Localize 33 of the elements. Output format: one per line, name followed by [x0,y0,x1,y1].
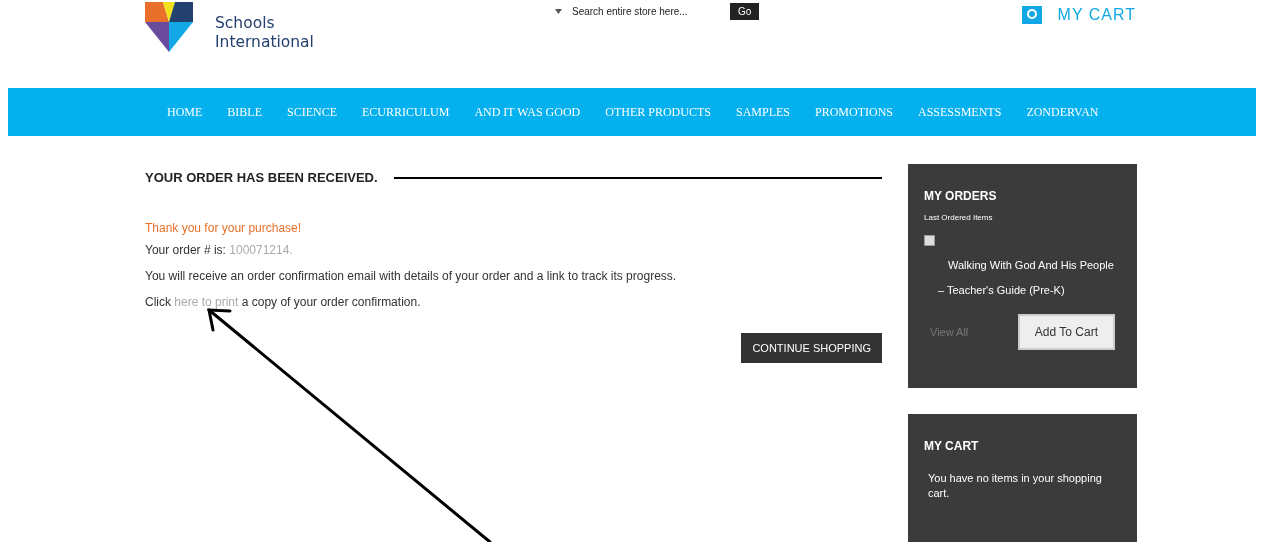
nav-link[interactable]: ASSESSMENTS [909,104,1011,120]
nav-link[interactable]: OTHER PRODUCTS [596,104,720,120]
nav-link[interactable]: PROMOTIONS [806,104,902,120]
add-to-cart-button[interactable]: Add To Cart [1017,314,1115,350]
view-all-link[interactable]: View All [930,326,969,338]
order-number: 100071214. [229,243,293,257]
nav-link[interactable]: ECURRICULUM [353,104,459,120]
nav-link[interactable]: SAMPLES [726,104,799,120]
logo-text: International [215,33,314,52]
thanks-text: Thank you for your purchase! [145,221,303,235]
nav-link[interactable]: HOME [158,104,212,120]
caret-icon[interactable] [555,9,562,14]
cart-message: You have no items in your shopping cart. [927,471,1103,501]
panel-subtitle: Last Ordered Items [924,213,994,222]
panel-title: MY CART [924,439,980,453]
item-name[interactable]: – Teacher's Guide (Pre-K) [938,284,1121,296]
item-name[interactable]: Walking With God And His People [948,259,1121,271]
my-cart-link[interactable]: MY CART [1057,6,1136,24]
order-label: Your order # is: [145,243,226,257]
print-link[interactable]: here to print [174,295,239,309]
email-note: You will receive an order confirmation email with details of your order and a link to track its progress. [145,269,678,283]
nav-link[interactable]: AND IT WAS GOOD [465,104,590,120]
continue-shopping-button[interactable]: CONTINUE SHOPPING [741,333,882,363]
panel-title: MY ORDERS [924,189,998,203]
page-title: YOUR ORDER HAS BEEN RECEIVED. [145,170,378,185]
cart-icon[interactable] [1021,6,1042,24]
nav-link[interactable]: BIBLE [218,104,271,120]
nav-link[interactable]: ZONDERVAN [1017,104,1108,120]
go-button[interactable]: Go [730,3,760,20]
nav-link[interactable]: SCIENCE [278,104,347,120]
print-sentence: Click here to print a copy of your order confirmation. [145,295,422,309]
checkbox[interactable] [924,235,935,246]
logo-text: Schools [215,14,276,33]
